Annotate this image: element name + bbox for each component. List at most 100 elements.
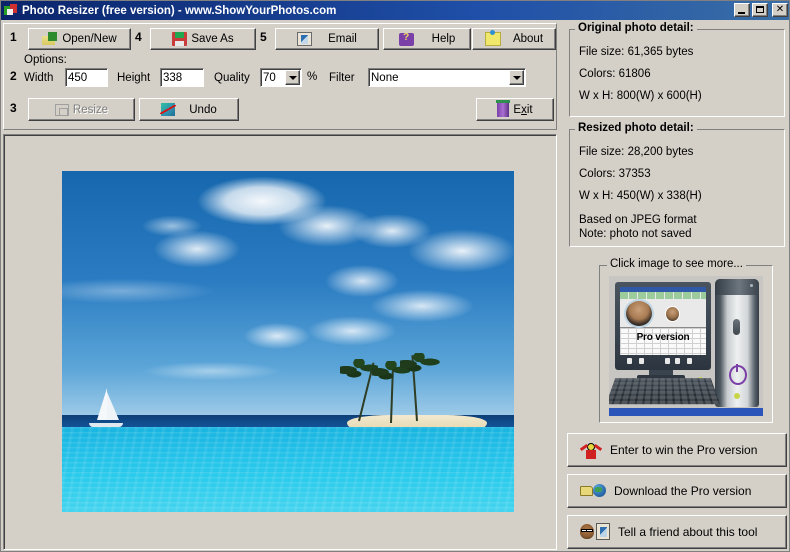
original-colors: Colors: 61806 bbox=[579, 68, 651, 80]
resized-note: Note: photo not saved bbox=[579, 228, 692, 240]
email-icon bbox=[297, 32, 313, 46]
tower-indicator-dot bbox=[750, 284, 753, 287]
original-file-size: File size: 61,365 bytes bbox=[579, 46, 694, 58]
monitor-screen: Pro version bbox=[620, 287, 706, 355]
open-new-button[interactable]: Open/New bbox=[28, 28, 131, 50]
power-symbol-icon bbox=[729, 364, 747, 385]
email-button[interactable]: Email bbox=[275, 28, 379, 50]
chevron-down-icon bbox=[288, 75, 297, 80]
boat-hull bbox=[89, 422, 124, 427]
enter-to-win-label: Enter to win the Pro version bbox=[610, 443, 758, 457]
palm-tree-right bbox=[396, 353, 444, 422]
palm-tree-left bbox=[334, 359, 378, 422]
help-label: Help bbox=[431, 33, 456, 45]
chevron-down-icon bbox=[512, 75, 521, 80]
download-globe-icon bbox=[580, 483, 606, 499]
exit-door-icon bbox=[496, 100, 511, 117]
app-window: Photo Resizer (free version) - www.ShowY… bbox=[0, 0, 790, 552]
sail-main bbox=[97, 387, 108, 420]
quality-select[interactable]: 70 bbox=[260, 68, 302, 87]
tell-a-friend-label: Tell a friend about this tool bbox=[618, 525, 758, 539]
minimize-button[interactable] bbox=[734, 3, 750, 17]
pro-version-caption: Pro version bbox=[636, 332, 690, 343]
resized-dimensions: W x H: 450(W) x 338(H) bbox=[579, 190, 702, 202]
height-label: Height bbox=[117, 72, 151, 84]
palm-fronds bbox=[400, 353, 444, 377]
window-title: Photo Resizer (free version) - www.ShowY… bbox=[22, 4, 337, 17]
promo-legend: Click image to see more... bbox=[607, 258, 746, 270]
enter-to-win-button[interactable]: Enter to win the Pro version bbox=[567, 433, 787, 467]
photo-sky bbox=[62, 171, 514, 417]
undo-button[interactable]: Undo bbox=[139, 98, 239, 121]
minimize-icon bbox=[738, 12, 745, 14]
resize-label: Resize bbox=[72, 103, 109, 116]
undo-icon bbox=[160, 103, 177, 116]
resized-format: Based on JPEG format bbox=[579, 214, 697, 226]
open-folder-icon bbox=[42, 32, 59, 46]
filter-dropdown-arrow[interactable] bbox=[509, 70, 524, 85]
original-detail-legend: Original photo detail: bbox=[575, 22, 697, 34]
exit-label-prefix: E bbox=[513, 103, 522, 116]
filter-label: Filter bbox=[329, 72, 355, 84]
keyboard bbox=[609, 378, 720, 405]
step-number-5: 5 bbox=[260, 30, 267, 44]
celebration-person-icon bbox=[579, 440, 603, 460]
title-bar[interactable]: Photo Resizer (free version) - www.ShowY… bbox=[1, 1, 789, 20]
filter-select[interactable]: None bbox=[368, 68, 526, 87]
person-email-icon bbox=[580, 523, 610, 541]
options-label: Options: bbox=[24, 54, 67, 66]
exit-button[interactable]: Exit bbox=[476, 98, 554, 121]
email-label: Email bbox=[328, 33, 357, 45]
maximize-icon bbox=[756, 6, 764, 13]
height-input[interactable] bbox=[160, 68, 204, 87]
step-number-2: 2 bbox=[10, 69, 17, 83]
toolbar-panel: 1 Open/New 4 Save As 5 Email Help About … bbox=[3, 23, 557, 130]
pro-version-image[interactable]: Pro version bbox=[609, 276, 763, 416]
close-icon: ✕ bbox=[775, 4, 785, 15]
tower-top-panel bbox=[715, 279, 759, 295]
width-input[interactable] bbox=[65, 68, 108, 87]
screen-toolbar bbox=[620, 292, 706, 299]
open-new-label: Open/New bbox=[62, 33, 117, 45]
screen-photo-small bbox=[666, 307, 679, 321]
photo-sea bbox=[62, 426, 514, 512]
quality-label: Quality bbox=[214, 72, 250, 84]
quality-dropdown-arrow[interactable] bbox=[285, 70, 300, 85]
original-dimensions: W x H: 800(W) x 600(H) bbox=[579, 90, 702, 102]
resized-file-size: File size: 28,200 bytes bbox=[579, 146, 694, 158]
about-button[interactable]: About bbox=[472, 28, 556, 50]
step-number-4: 4 bbox=[135, 30, 142, 44]
close-button[interactable]: ✕ bbox=[772, 3, 788, 17]
width-label: Width bbox=[24, 72, 54, 84]
resize-button[interactable]: Resize bbox=[28, 98, 135, 121]
download-pro-label: Download the Pro version bbox=[614, 484, 752, 498]
resize-icon bbox=[54, 103, 69, 116]
photo-canvas[interactable] bbox=[3, 134, 557, 550]
screen-photo-large bbox=[626, 301, 652, 326]
sailboat bbox=[89, 387, 125, 430]
maximize-button[interactable] bbox=[752, 3, 768, 17]
desk-surface bbox=[609, 408, 763, 416]
step-number-1: 1 bbox=[10, 30, 17, 44]
help-book-icon bbox=[398, 32, 414, 46]
screen-thumbnail-area bbox=[620, 299, 706, 328]
tell-a-friend-button[interactable]: Tell a friend about this tool bbox=[567, 515, 787, 549]
quality-value: 70 bbox=[263, 71, 276, 84]
resized-colors: Colors: 37353 bbox=[579, 168, 651, 180]
save-as-label: Save As bbox=[191, 33, 234, 45]
pc-tower bbox=[715, 279, 759, 407]
monitor-buttons bbox=[625, 358, 701, 366]
download-pro-button[interactable]: Download the Pro version bbox=[567, 474, 787, 508]
filter-value: None bbox=[371, 71, 399, 84]
notepad-icon bbox=[484, 30, 501, 46]
photo-preview[interactable] bbox=[62, 171, 514, 512]
window-controls: ✕ bbox=[734, 3, 788, 17]
save-as-button[interactable]: Save As bbox=[150, 28, 256, 50]
tower-led bbox=[734, 393, 740, 399]
monitor: Pro version bbox=[615, 282, 711, 382]
help-button[interactable]: Help bbox=[383, 28, 471, 50]
exit-label-suffix: it bbox=[526, 103, 533, 116]
step-number-3: 3 bbox=[10, 101, 17, 115]
percent-label: % bbox=[307, 71, 318, 83]
tower-drive-slot bbox=[733, 319, 740, 335]
